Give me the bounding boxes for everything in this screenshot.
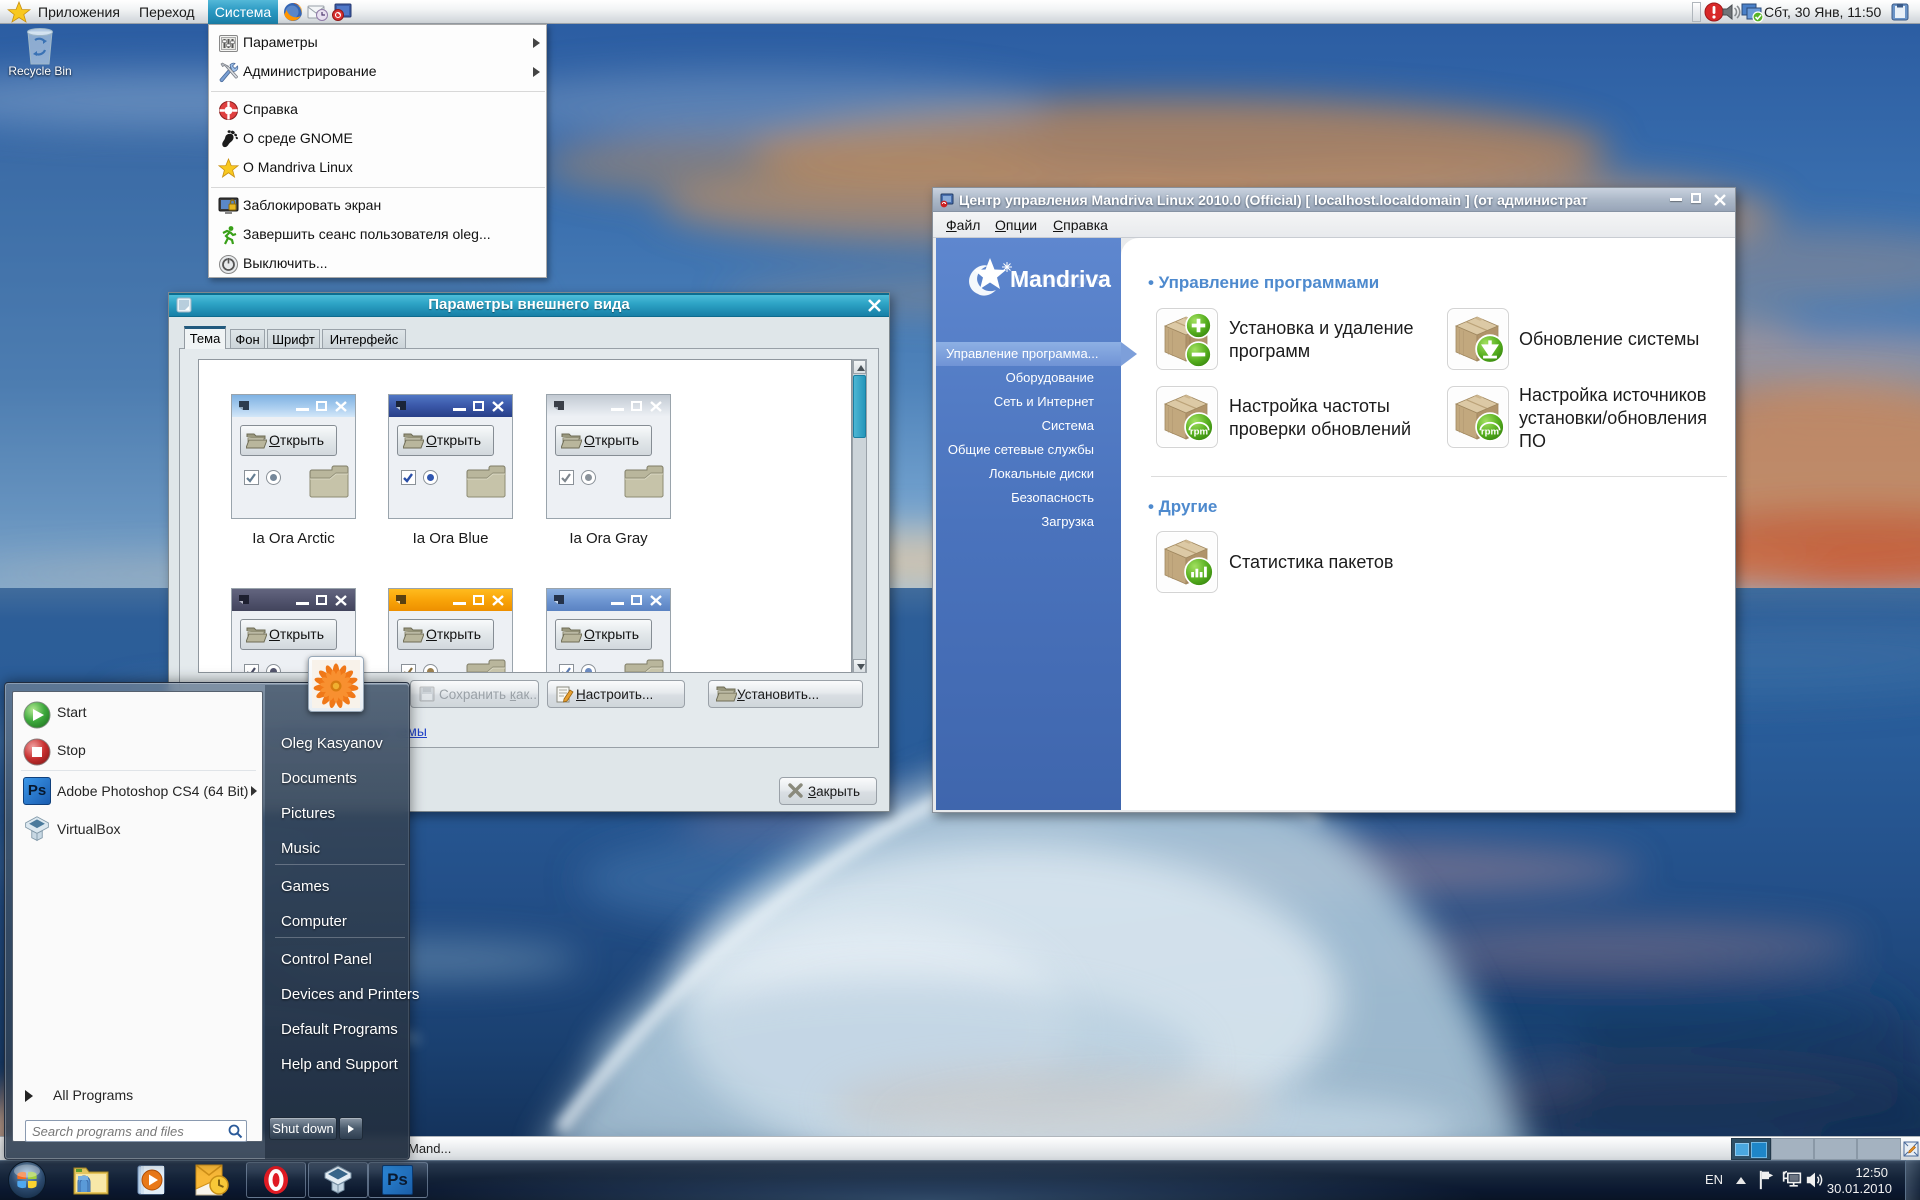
svg-text:Mandriva: Mandriva (1010, 270, 1108, 289)
svg-text:rpm: rpm (1190, 427, 1208, 438)
svg-text:rpm: rpm (1481, 427, 1499, 438)
